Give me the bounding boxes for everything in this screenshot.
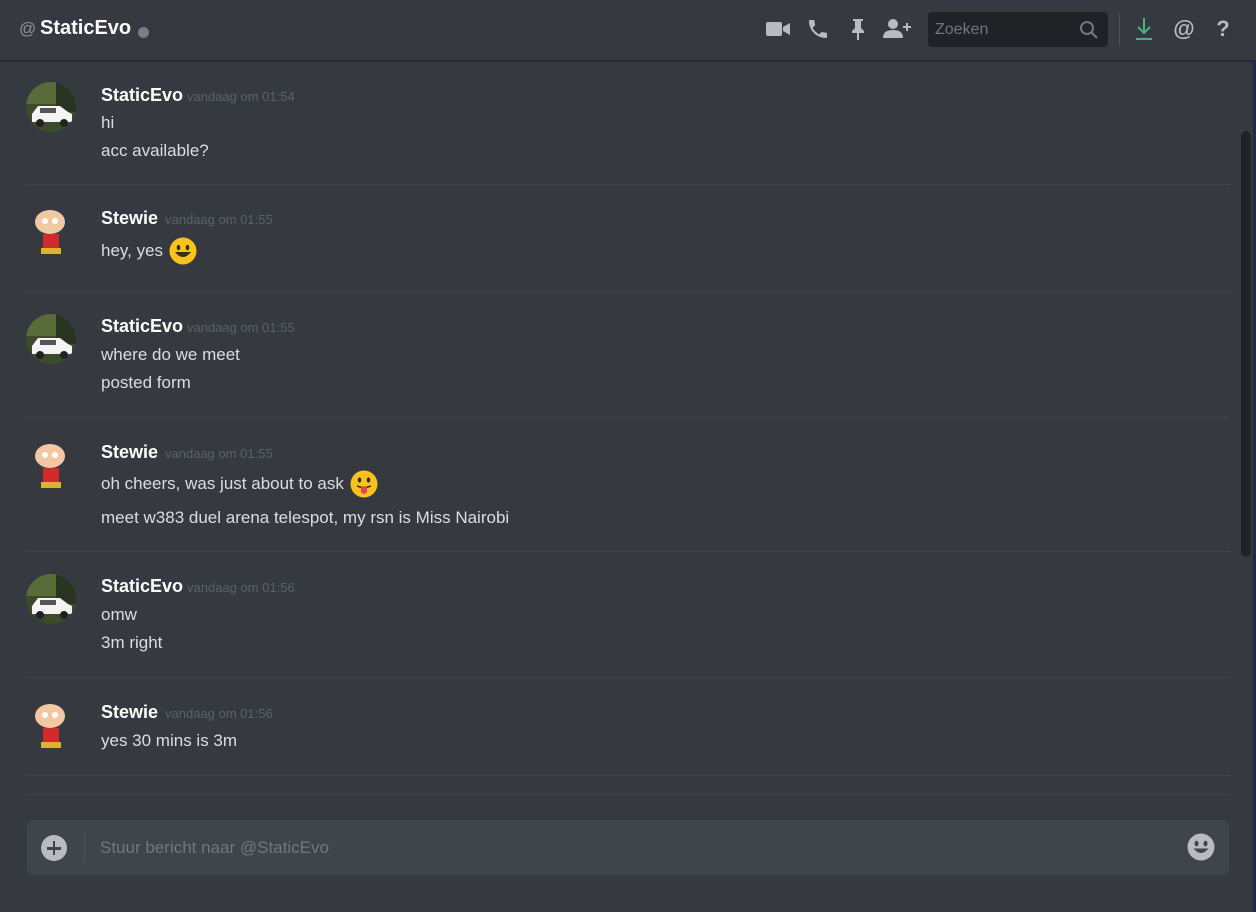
message-input[interactable] (93, 820, 1173, 875)
message-text: omw (101, 605, 137, 624)
scrollbar-thumb[interactable] (1241, 131, 1251, 557)
smiley-emoji-icon (169, 237, 197, 265)
mention-icon[interactable]: @ (1170, 14, 1198, 44)
search-input[interactable] (928, 12, 1078, 47)
message-author[interactable]: Stewie (101, 702, 158, 723)
channel-name: StaticEvo (40, 17, 132, 39)
message-timestamp: vandaag om 01:56 (187, 580, 295, 595)
voice-call-icon[interactable] (803, 14, 833, 44)
message-author[interactable]: StaticEvo (101, 316, 183, 337)
at-symbol: @ (19, 19, 37, 38)
message-group: Stewie vandaag om 01:55 oh cheers, was j… (0, 418, 1240, 552)
message-timestamp: vandaag om 01:55 (165, 212, 273, 227)
message-timestamp: vandaag om 01:56 (165, 706, 273, 721)
message-text: oh cheers, was just about to ask (101, 469, 378, 499)
message-author[interactable]: StaticEvo (101, 85, 183, 106)
add-friend-icon[interactable] (882, 14, 912, 44)
status-indicator (138, 27, 149, 38)
stewie-avatar[interactable] (26, 700, 76, 750)
message-text: hey, yes (101, 237, 197, 265)
message-group: Stewie vandaag om 01:55 hey, yes (0, 185, 1240, 292)
search-box (928, 12, 1108, 47)
car-avatar[interactable] (26, 574, 76, 624)
message-group: StaticEvo vandaag om 01:56 omw 3m right (0, 552, 1240, 678)
message-text: where do we meet (101, 345, 240, 364)
upload-icon[interactable] (41, 835, 67, 861)
message-list: StaticEvo vandaag om 01:54 hi acc availa… (0, 62, 1240, 802)
message-group: Stewie vandaag om 01:56 yes 30 mins is 3… (0, 678, 1240, 776)
message-text: acc available? (101, 141, 209, 160)
message-author[interactable]: Stewie (101, 208, 158, 229)
message-list-end (0, 794, 1240, 795)
stewie-avatar[interactable] (26, 206, 76, 256)
car-avatar[interactable] (26, 314, 76, 364)
message-group: StaticEvo vandaag om 01:55 where do we m… (0, 292, 1240, 418)
message-timestamp: vandaag om 01:55 (165, 446, 273, 461)
stewie-avatar[interactable] (26, 440, 76, 490)
message-text: meet w383 duel arena telespot, my rsn is… (101, 508, 510, 527)
message-text: 3m right (101, 633, 163, 652)
video-call-icon[interactable] (763, 14, 793, 44)
download-icon[interactable] (1129, 14, 1159, 44)
message-timestamp: vandaag om 01:55 (187, 320, 295, 335)
car-avatar[interactable] (26, 82, 76, 132)
message-text: posted form (101, 373, 191, 392)
header-divider (1119, 14, 1120, 46)
pin-icon[interactable] (843, 14, 873, 44)
help-icon[interactable]: ? (1212, 14, 1234, 44)
message-timestamp: vandaag om 01:54 (187, 89, 295, 104)
search-icon[interactable] (1079, 20, 1099, 45)
message-text: hi (101, 113, 115, 132)
emoji-picker-icon[interactable] (1186, 832, 1216, 862)
channel-header: @ StaticEvo @ ? (0, 0, 1256, 61)
message-group: StaticEvo vandaag om 01:54 hi acc availa… (0, 62, 1240, 185)
composer-divider (84, 832, 85, 863)
message-text: yes 30 mins is 3m (101, 731, 238, 750)
message-composer (27, 820, 1229, 875)
message-divider (27, 794, 1230, 795)
message-divider (27, 775, 1230, 776)
message-author[interactable]: Stewie (101, 442, 158, 463)
message-author[interactable]: StaticEvo (101, 576, 183, 597)
stuck-out-tongue-emoji-icon (350, 470, 378, 498)
